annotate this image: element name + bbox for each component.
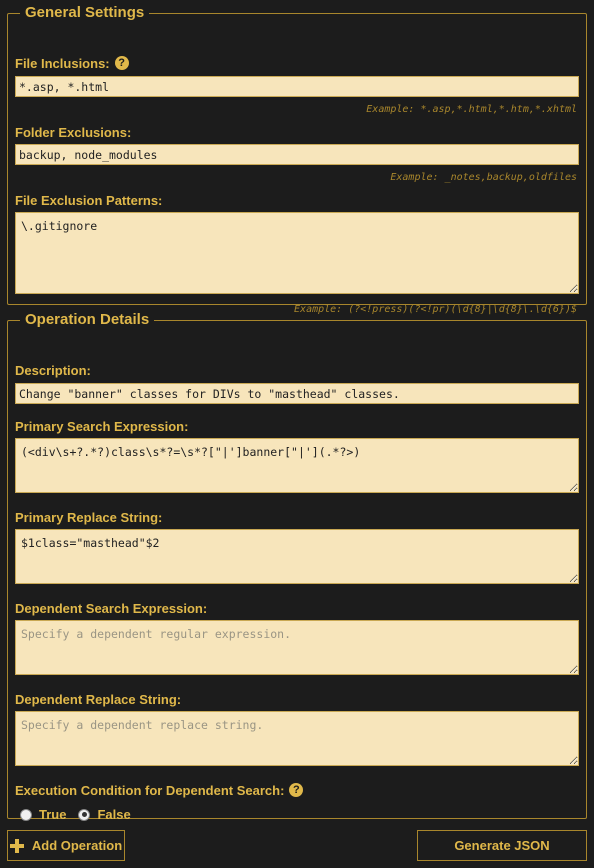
file-inclusions-example: Example: *.asp,*.html,*.htm,*.xhtml [366,104,577,115]
file-exclusion-patterns-textarea[interactable] [15,212,579,294]
radio-true-label[interactable]: True [39,807,66,822]
description-label: Description: [15,362,91,378]
radio-false-label[interactable]: False [97,807,130,822]
dependent-replace-textarea[interactable] [15,711,579,766]
help-icon[interactable]: ? [114,56,129,70]
operation-details-legend: Operation Details [25,311,150,328]
radio-true[interactable] [20,808,32,821]
folder-exclusions-input[interactable] [15,144,579,165]
generate-json-button[interactable]: Generate JSON [417,830,587,861]
folder-exclusions-label: Folder Exclusions: [15,124,132,140]
dependent-search-label: Dependent Search Expression: [15,600,208,616]
file-exclusion-patterns-label: File Exclusion Patterns: [15,192,163,208]
plus-icon [9,838,24,853]
dependent-search-textarea[interactable] [15,620,579,675]
general-settings-legend: General Settings [25,4,145,21]
general-settings-section: General Settings File Inclusions: ? Exam… [7,4,587,315]
execution-condition-label: Execution Condition for Dependent Search… [15,782,304,798]
execution-condition-options: True False [20,807,131,822]
primary-replace-textarea[interactable] [15,529,579,584]
add-operation-button[interactable]: Add Operation [7,830,125,861]
primary-replace-label: Primary Replace String: [15,509,163,525]
radio-false[interactable] [78,808,91,821]
dependent-replace-label: Dependent Replace String: [15,691,182,707]
operation-details-section: Operation Details Description: Primary S… [7,311,587,822]
description-input[interactable] [15,383,579,404]
primary-search-textarea[interactable] [15,438,579,493]
help-icon[interactable]: ? [289,783,304,797]
file-inclusions-label: File Inclusions: ? [15,55,129,71]
file-inclusions-input[interactable] [15,76,579,97]
primary-search-label: Primary Search Expression: [15,418,189,434]
folder-exclusions-example: Example: _notes,backup,oldfiles [390,172,577,183]
